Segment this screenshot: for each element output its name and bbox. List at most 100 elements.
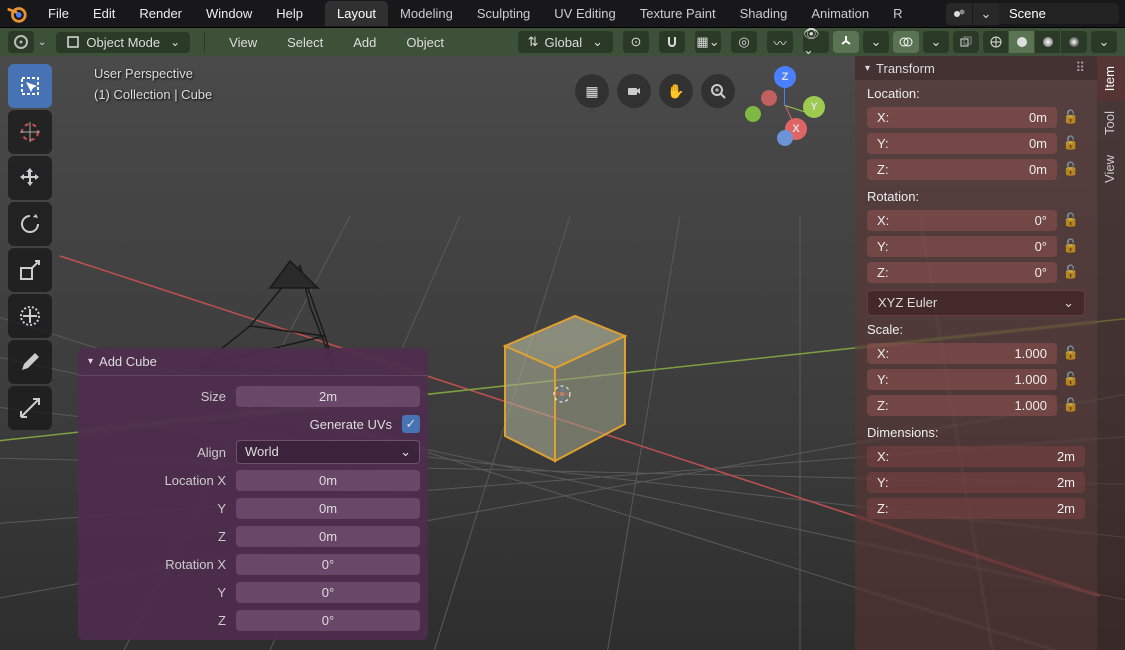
dimension-y-input[interactable]: Y:2m bbox=[867, 472, 1085, 493]
workspace-tab-more[interactable]: R bbox=[881, 1, 914, 26]
tool-move[interactable] bbox=[8, 156, 52, 200]
lock-icon[interactable]: 🔓 bbox=[1057, 264, 1085, 280]
lock-icon[interactable]: 🔓 bbox=[1057, 238, 1085, 254]
menu-window[interactable]: Window bbox=[194, 2, 264, 25]
n-panel-header[interactable]: Transform ⠿ bbox=[855, 56, 1097, 80]
lock-icon[interactable]: 🔓 bbox=[1057, 212, 1085, 228]
drag-handle-icon[interactable]: ⠿ bbox=[1075, 60, 1087, 76]
xray-toggle-icon[interactable] bbox=[953, 31, 979, 53]
nav-gizmo[interactable]: Z Y X bbox=[745, 66, 825, 146]
proportional-edit-icon[interactable]: ◎ bbox=[731, 31, 757, 53]
menu-add[interactable]: Add bbox=[343, 32, 386, 53]
nav-pan-icon[interactable]: ✋ bbox=[659, 74, 693, 108]
lock-icon[interactable]: 🔓 bbox=[1057, 109, 1085, 125]
lock-icon[interactable]: 🔓 bbox=[1057, 161, 1085, 177]
menu-file[interactable]: File bbox=[36, 2, 81, 25]
shading-dropdown-icon[interactable]: ⌄ bbox=[1091, 31, 1117, 53]
menu-object[interactable]: Object bbox=[396, 32, 454, 53]
workspace-tab-animation[interactable]: Animation bbox=[799, 1, 881, 26]
lock-icon[interactable]: 🔓 bbox=[1057, 371, 1085, 387]
tool-rotate[interactable] bbox=[8, 202, 52, 246]
proportional-falloff-icon[interactable]: 〰 bbox=[767, 31, 793, 53]
scale-x-input[interactable]: X:1.000 bbox=[867, 343, 1057, 364]
snap-toggle-icon[interactable] bbox=[659, 31, 685, 53]
nav-camera-icon[interactable] bbox=[617, 74, 651, 108]
n-panel-title: Transform bbox=[876, 61, 935, 76]
tool-transform[interactable] bbox=[8, 294, 52, 338]
menu-render[interactable]: Render bbox=[127, 2, 194, 25]
location-z-field[interactable]: 0m bbox=[236, 526, 420, 547]
viewport-nav-buttons: ▦ ✋ bbox=[575, 74, 735, 108]
menu-select[interactable]: Select bbox=[277, 32, 333, 53]
align-selector[interactable]: World⌄ bbox=[236, 440, 420, 464]
chevron-down-icon[interactable]: ⌄ bbox=[38, 37, 46, 48]
tool-cursor[interactable] bbox=[8, 110, 52, 154]
mode-selector[interactable]: Object Mode bbox=[56, 32, 190, 53]
menu-view[interactable]: View bbox=[219, 32, 267, 53]
rotation-x-input[interactable]: X:0° bbox=[867, 210, 1057, 231]
workspace-tab-texturepaint[interactable]: Texture Paint bbox=[628, 1, 728, 26]
workspace-tab-modeling[interactable]: Modeling bbox=[388, 1, 465, 26]
axis-z-icon[interactable]: Z bbox=[774, 66, 796, 88]
gizmo-toggle-icon[interactable] bbox=[833, 31, 859, 53]
lock-icon[interactable]: 🔓 bbox=[1057, 135, 1085, 151]
menu-edit[interactable]: Edit bbox=[81, 2, 127, 25]
scene-browse-icon[interactable] bbox=[946, 3, 972, 25]
axis-y-icon[interactable]: Y bbox=[803, 96, 825, 118]
3d-viewport[interactable]: User Perspective (1) Collection | Cube ▦… bbox=[0, 56, 1125, 650]
visibility-icon[interactable]: 👁⌄ bbox=[803, 31, 829, 53]
size-field[interactable]: 2m bbox=[236, 386, 420, 407]
location-y-input[interactable]: Y:0m bbox=[867, 133, 1057, 154]
rotation-y-input[interactable]: Y:0° bbox=[867, 236, 1057, 257]
rotation-mode-selector[interactable]: XYZ Euler⌄ bbox=[867, 290, 1085, 316]
nav-zoom-icon[interactable] bbox=[701, 74, 735, 108]
workspace-tab-shading[interactable]: Shading bbox=[728, 1, 800, 26]
rotation-x-field[interactable]: 0° bbox=[236, 554, 420, 575]
rotation-z-field[interactable]: 0° bbox=[236, 610, 420, 631]
lock-icon[interactable]: 🔓 bbox=[1057, 345, 1085, 361]
tool-scale[interactable] bbox=[8, 248, 52, 292]
location-x-field[interactable]: 0m bbox=[236, 470, 420, 491]
editor-type-icon[interactable] bbox=[8, 31, 34, 53]
gizmo-dropdown-icon[interactable]: ⌄ bbox=[863, 31, 889, 53]
workspace-tab-layout[interactable]: Layout bbox=[325, 1, 388, 26]
location-y-label: Y bbox=[86, 501, 236, 516]
tool-annotate[interactable] bbox=[8, 340, 52, 384]
nav-grid-icon[interactable]: ▦ bbox=[575, 74, 609, 108]
tab-tool[interactable]: Tool bbox=[1097, 101, 1125, 145]
workspace-tab-sculpting[interactable]: Sculpting bbox=[465, 1, 542, 26]
location-z-input[interactable]: Z:0m bbox=[867, 159, 1057, 180]
orientation-selector[interactable]: Global bbox=[518, 31, 613, 53]
axis-neg-y-icon[interactable] bbox=[761, 90, 777, 106]
snap-options-icon[interactable]: ▦⌄ bbox=[695, 31, 721, 53]
tool-measure[interactable] bbox=[8, 386, 52, 430]
location-y-field[interactable]: 0m bbox=[236, 498, 420, 519]
workspace-tab-uvediting[interactable]: UV Editing bbox=[542, 1, 627, 26]
axis-neg-z-icon[interactable] bbox=[777, 130, 793, 146]
rotation-z-input[interactable]: Z:0° bbox=[867, 262, 1057, 283]
shading-rendered-icon[interactable] bbox=[1061, 31, 1087, 53]
pivot-point-icon[interactable]: ⊙ bbox=[623, 31, 649, 53]
generate-uvs-checkbox[interactable]: ✓ bbox=[402, 415, 420, 433]
tool-select-box[interactable] bbox=[8, 64, 52, 108]
overlay-toggle-icon[interactable] bbox=[893, 31, 919, 53]
operator-redo-panel: Add Cube Size2m Generate UVs✓ AlignWorld… bbox=[78, 348, 428, 640]
tab-view[interactable]: View bbox=[1097, 145, 1125, 193]
menu-help[interactable]: Help bbox=[264, 2, 315, 25]
redo-panel-header[interactable]: Add Cube bbox=[78, 348, 428, 376]
scale-y-input[interactable]: Y:1.000 bbox=[867, 369, 1057, 390]
scene-dropdown-icon[interactable]: ⌄ bbox=[973, 3, 999, 25]
tab-item[interactable]: Item bbox=[1097, 56, 1125, 101]
shading-solid-icon[interactable] bbox=[1009, 31, 1035, 53]
lock-icon[interactable]: 🔓 bbox=[1057, 397, 1085, 413]
scale-z-input[interactable]: Z:1.000 bbox=[867, 395, 1057, 416]
scene-name-input[interactable] bbox=[999, 3, 1119, 24]
shading-wireframe-icon[interactable] bbox=[983, 31, 1009, 53]
dimension-z-input[interactable]: Z:2m bbox=[867, 498, 1085, 519]
rotation-y-field[interactable]: 0° bbox=[236, 582, 420, 603]
location-x-input[interactable]: X:0m bbox=[867, 107, 1057, 128]
overlay-dropdown-icon[interactable]: ⌄ bbox=[923, 31, 949, 53]
axis-neg-x-icon[interactable] bbox=[745, 106, 761, 122]
shading-material-icon[interactable] bbox=[1035, 31, 1061, 53]
dimension-x-input[interactable]: X:2m bbox=[867, 446, 1085, 467]
